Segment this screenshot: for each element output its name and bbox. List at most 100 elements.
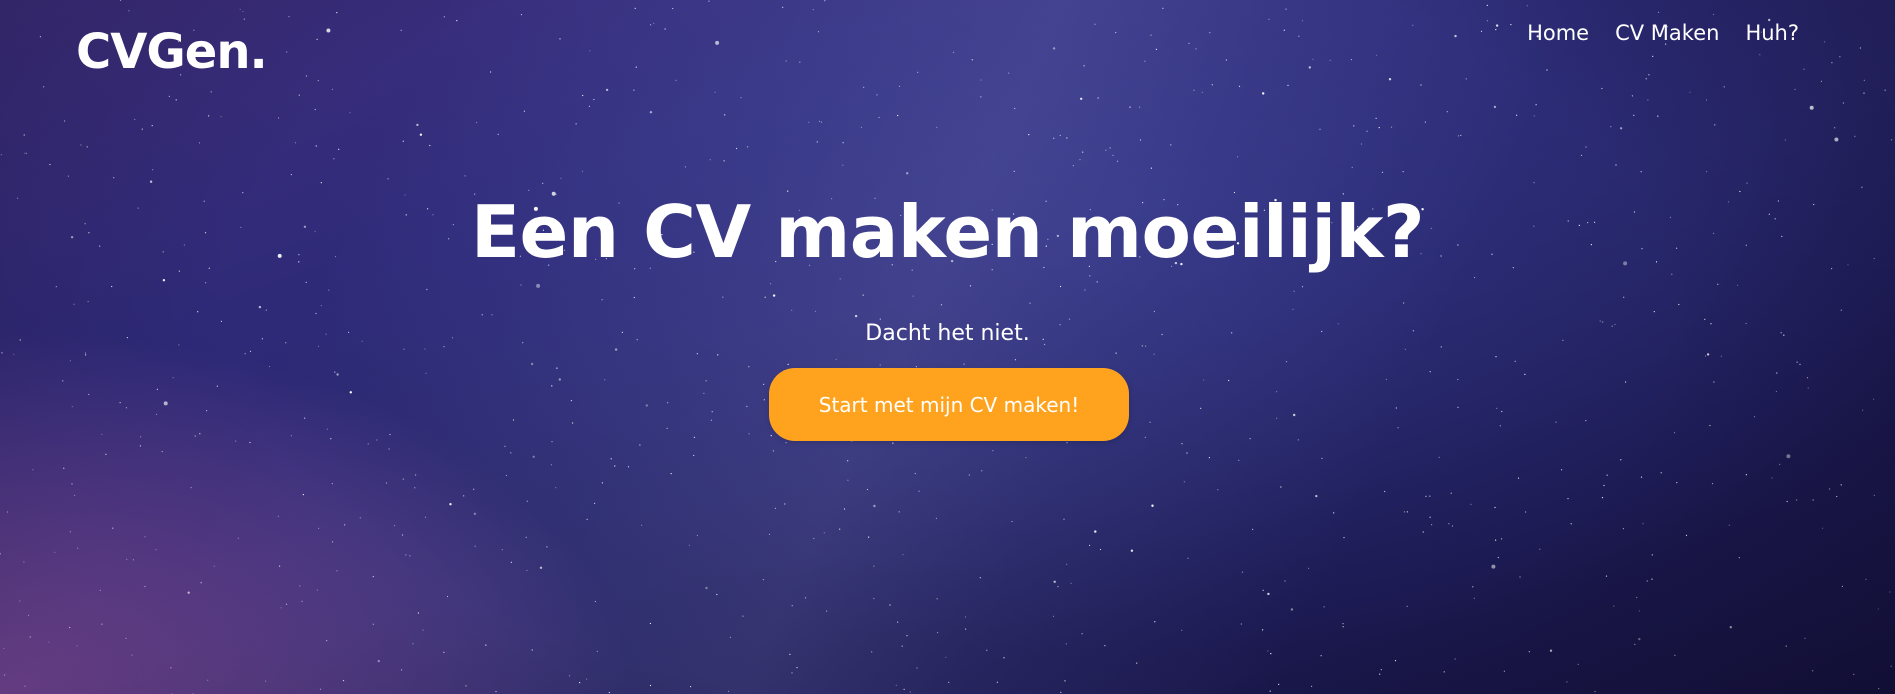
star: [510, 561, 512, 563]
star: [1674, 654, 1676, 656]
star: [328, 289, 330, 291]
star: [1510, 24, 1512, 26]
star: [1606, 474, 1608, 476]
star: [249, 350, 252, 352]
star: [19, 600, 21, 602]
star: [550, 464, 553, 466]
star: [770, 435, 772, 437]
star: [1301, 286, 1304, 288]
star: [523, 110, 526, 112]
star: [1840, 484, 1842, 486]
star: [824, 0, 826, 2]
star: [1645, 78, 1647, 80]
star: [1343, 537, 1345, 539]
star: [945, 656, 947, 658]
star: [601, 299, 603, 301]
star: [608, 691, 610, 694]
star: [301, 600, 303, 603]
star: [1060, 691, 1062, 694]
star: [1877, 608, 1879, 610]
star: [69, 360, 71, 362]
star: [1269, 690, 1271, 692]
star: [520, 284, 522, 286]
star: [1099, 548, 1102, 551]
star: [119, 402, 121, 404]
star: [1080, 97, 1083, 101]
star: [208, 115, 210, 117]
star: [1601, 497, 1604, 499]
star: [161, 451, 163, 453]
star: [220, 116, 222, 118]
star: [197, 311, 199, 313]
star: [879, 364, 881, 366]
star: [429, 144, 431, 147]
star: [1638, 610, 1640, 612]
star: [897, 114, 899, 117]
star: [456, 20, 458, 22]
star: [1429, 371, 1431, 373]
star: [1494, 506, 1496, 509]
star: [1136, 662, 1138, 664]
star: [112, 527, 114, 529]
star: [1473, 597, 1475, 599]
star: [1262, 629, 1264, 631]
star: [1312, 58, 1314, 60]
star: [446, 595, 449, 598]
star: [1785, 645, 1787, 647]
star: [1526, 5, 1528, 7]
star: [105, 453, 107, 455]
star: [667, 402, 669, 404]
star: [1863, 92, 1865, 94]
star: [388, 448, 390, 450]
star: [249, 441, 251, 444]
star: [512, 419, 515, 421]
site-logo[interactable]: CVGen.: [76, 20, 268, 84]
start-cv-button[interactable]: Start met mijn CV maken!: [769, 368, 1129, 441]
nav-link-home[interactable]: Home: [1527, 18, 1589, 48]
star: [326, 428, 328, 430]
star: [205, 282, 207, 284]
nav-link-huh[interactable]: Huh?: [1745, 18, 1799, 48]
star: [1723, 86, 1725, 88]
star: [551, 441, 553, 443]
star: [650, 24, 652, 26]
star: [342, 680, 345, 682]
star: [6, 511, 9, 513]
star: [305, 75, 308, 77]
star: [1025, 457, 1027, 459]
star: [288, 16, 290, 18]
star: [1063, 518, 1065, 520]
star: [914, 472, 916, 475]
star: [604, 379, 606, 381]
star: [1619, 127, 1623, 130]
star: [242, 10, 244, 13]
star: [1181, 443, 1183, 445]
star: [649, 111, 653, 114]
star: [968, 474, 970, 476]
star: [1276, 391, 1278, 393]
star: [1200, 407, 1202, 409]
star: [1130, 549, 1134, 552]
star: [1394, 660, 1397, 662]
star: [200, 582, 202, 584]
star: [1089, 544, 1091, 547]
star: [1640, 171, 1642, 173]
star: [627, 466, 630, 468]
star: [1495, 29, 1497, 31]
star: [320, 305, 322, 307]
star: [216, 385, 218, 387]
star: [1517, 477, 1520, 479]
star: [854, 314, 858, 318]
star: [1737, 284, 1739, 286]
star: [1689, 91, 1691, 93]
star: [132, 559, 134, 561]
star: [1105, 149, 1107, 151]
star: [1501, 538, 1503, 540]
star: [401, 669, 403, 671]
star: [843, 508, 846, 510]
star: [892, 442, 894, 444]
star: [290, 435, 292, 437]
star: [372, 576, 374, 578]
nav-link-cv-maken[interactable]: CV Maken: [1615, 18, 1719, 48]
star: [1276, 417, 1278, 419]
